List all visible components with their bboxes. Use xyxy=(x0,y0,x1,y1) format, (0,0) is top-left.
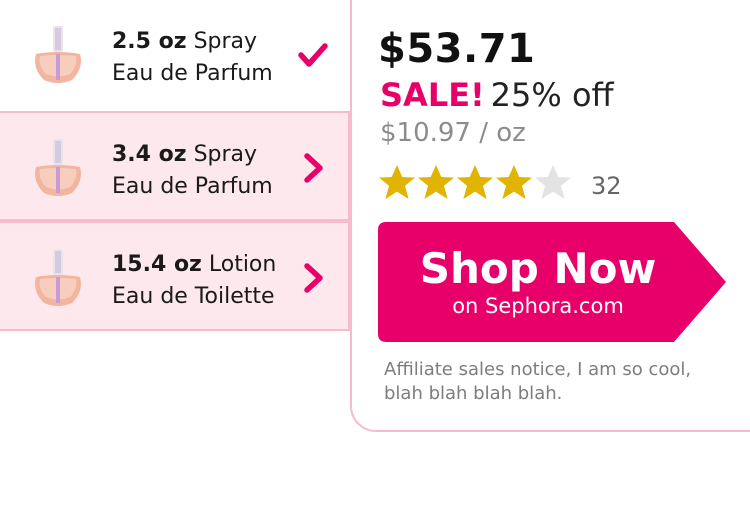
price: $53.71 xyxy=(378,26,536,72)
variant-option-3[interactable]: 15.4 oz Lotion Eau de Toilette xyxy=(0,221,350,331)
unit-price: $10.97 / oz xyxy=(380,118,526,148)
perfume-bottle-icon xyxy=(35,139,81,196)
variant-form: Spray xyxy=(193,142,258,167)
star-filled-icon xyxy=(496,165,532,199)
variant-form: Spray xyxy=(193,29,258,54)
variant-option-1[interactable]: 2.5 oz Spray Eau de Parfum xyxy=(0,0,350,110)
star-filled-icon xyxy=(379,165,415,199)
variant-form: Lotion xyxy=(208,252,277,277)
sale-line: SALE! 25% off xyxy=(380,76,614,114)
shop-now-label: Shop Now xyxy=(419,244,657,293)
variant-label: 3.4 oz Spray Eau de Parfum xyxy=(112,139,273,203)
star-filled-icon xyxy=(457,165,493,199)
shop-now-sublabel: on Sephora.com xyxy=(452,294,624,318)
perfume-bottle-icon xyxy=(35,249,81,306)
star-filled-icon xyxy=(418,165,454,199)
review-count[interactable]: 32 xyxy=(591,172,622,200)
perfume-bottle-icon xyxy=(35,26,81,83)
variant-type: Eau de Parfum xyxy=(112,174,273,199)
variant-label: 15.4 oz Lotion Eau de Toilette xyxy=(112,249,276,313)
variant-size: 3.4 oz xyxy=(112,142,187,167)
variant-option-2[interactable]: 3.4 oz Spray Eau de Parfum xyxy=(0,111,350,221)
variant-size: 2.5 oz xyxy=(112,29,187,54)
chevron-right-icon xyxy=(304,153,323,183)
star-empty-icon xyxy=(535,165,571,199)
variant-type: Eau de Parfum xyxy=(112,61,273,86)
variant-label: 2.5 oz Spray Eau de Parfum xyxy=(112,26,273,90)
sale-percent: 25% off xyxy=(490,76,614,114)
chevron-right-icon xyxy=(304,263,323,293)
affiliate-notice: Affiliate sales notice, I am so cool, bl… xyxy=(384,359,692,404)
sale-badge: SALE! xyxy=(380,76,485,114)
variant-type: Eau de Toilette xyxy=(112,284,275,309)
variant-size: 15.4 oz xyxy=(112,252,202,277)
checkmark-icon xyxy=(298,43,328,67)
shop-now-button[interactable]: Shop Now on Sephora.com xyxy=(378,222,728,342)
